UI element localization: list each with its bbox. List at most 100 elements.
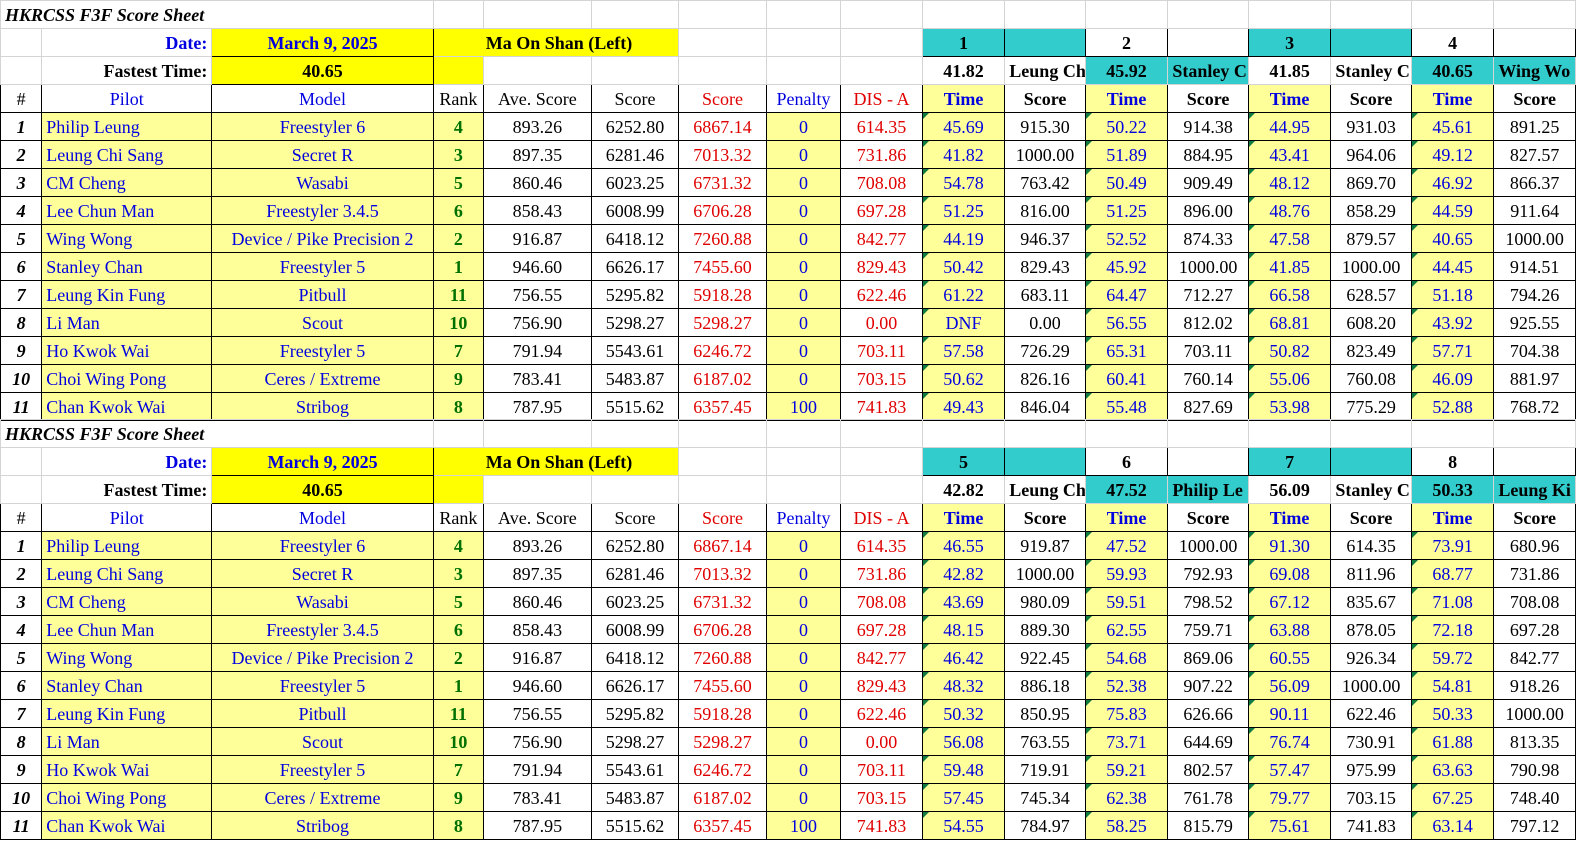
pilot-number[interactable]: 11 [0, 392, 43, 421]
round-score[interactable]: 792.93 [1167, 559, 1249, 588]
round-score[interactable]: 975.99 [1330, 755, 1412, 784]
round-time[interactable]: 53.98 [1247, 392, 1332, 421]
round-cell[interactable] [1330, 447, 1412, 476]
round-time[interactable]: 72.18 [1410, 615, 1495, 644]
round-score[interactable]: 846.04 [1004, 392, 1086, 421]
round-time[interactable]: 43.41 [1247, 140, 1332, 169]
round-score[interactable]: 794.26 [1493, 280, 1576, 309]
round-time[interactable]: 62.38 [1084, 783, 1169, 812]
round-best-time[interactable]: 47.52 [1084, 475, 1169, 504]
pilot-score[interactable]: 5515.62 [590, 811, 680, 840]
pilot-rank[interactable]: 4 [432, 112, 485, 141]
col-header-round-score[interactable]: Score [1330, 503, 1412, 532]
round-time[interactable]: 57.47 [1247, 755, 1332, 784]
pilot-penalty[interactable]: 0 [765, 112, 842, 141]
round-score[interactable]: 812.02 [1167, 308, 1249, 337]
col-header-time[interactable]: Time [1410, 503, 1495, 532]
pilot-name[interactable]: Stanley Chan [41, 671, 213, 700]
round-time[interactable]: 43.69 [921, 587, 1006, 616]
pilot-model[interactable]: Freestyler 6 [211, 531, 434, 560]
round-time[interactable]: 71.08 [1410, 587, 1495, 616]
pilot-rank[interactable]: 9 [432, 364, 485, 393]
round-best-pilot[interactable]: Leung Ki [1493, 475, 1576, 504]
col-header-rank[interactable]: Rank [432, 503, 485, 532]
round-score[interactable]: 858.29 [1330, 196, 1412, 225]
round-time[interactable]: 45.69 [921, 112, 1006, 141]
col-header-round-score[interactable]: Score [1493, 84, 1576, 113]
pilot-score-total[interactable]: 6357.45 [678, 811, 767, 840]
pilot-model[interactable]: Wasabi [211, 587, 434, 616]
round-time[interactable]: 46.09 [1410, 364, 1495, 393]
round-time[interactable]: 68.77 [1410, 559, 1495, 588]
pilot-number[interactable]: 1 [0, 112, 43, 141]
round-time[interactable]: 49.12 [1410, 140, 1495, 169]
pilot-model[interactable]: Scout [211, 727, 434, 756]
pilot-rank[interactable]: 8 [432, 811, 485, 840]
round-best-time[interactable]: 40.65 [1410, 56, 1495, 85]
col-header-time[interactable]: Time [921, 503, 1006, 532]
pilot-score[interactable]: 6252.80 [590, 112, 680, 141]
round-score[interactable]: 1000.00 [1167, 531, 1249, 560]
pilot-penalty[interactable]: 0 [765, 531, 842, 560]
pilot-ave-score[interactable]: 893.26 [483, 112, 592, 141]
round-score[interactable]: 878.05 [1330, 615, 1412, 644]
round-score[interactable]: 896.00 [1167, 196, 1249, 225]
round-score[interactable]: 914.38 [1167, 112, 1249, 141]
col-header-time[interactable]: Time [1084, 84, 1169, 113]
pilot-discard[interactable]: 842.77 [840, 224, 923, 253]
round-score[interactable]: 760.14 [1167, 364, 1249, 393]
round-time[interactable]: 90.11 [1247, 699, 1332, 728]
round-score[interactable]: 768.72 [1493, 392, 1576, 421]
round-score[interactable]: 886.18 [1004, 671, 1086, 700]
round-time[interactable]: 48.12 [1247, 168, 1332, 197]
round-score[interactable]: 889.30 [1004, 615, 1086, 644]
pilot-discard[interactable]: 614.35 [840, 112, 923, 141]
round-score[interactable]: 1000.00 [1004, 140, 1086, 169]
pilot-score[interactable]: 5298.27 [590, 727, 680, 756]
round-time[interactable]: 44.95 [1247, 112, 1332, 141]
round-time[interactable]: 50.42 [921, 252, 1006, 281]
pilot-rank[interactable]: 4 [432, 531, 485, 560]
sheet-title[interactable]: HKRCSS F3F Score Sheet [0, 0, 434, 29]
pilot-name[interactable]: Lee Chun Man [41, 196, 213, 225]
pilot-score[interactable]: 5483.87 [590, 364, 680, 393]
pilot-penalty[interactable]: 0 [765, 336, 842, 365]
pilot-model[interactable]: Stribog [211, 392, 434, 421]
pilot-discard[interactable]: 741.83 [840, 392, 923, 421]
pilot-name[interactable]: Leung Chi Sang [41, 140, 213, 169]
round-number[interactable]: 5 [921, 447, 1006, 476]
pilot-name[interactable]: Li Man [41, 727, 213, 756]
pilot-ave-score[interactable]: 783.41 [483, 783, 592, 812]
round-score[interactable]: 869.06 [1167, 643, 1249, 672]
round-time[interactable]: 59.72 [1410, 643, 1495, 672]
pilot-score[interactable]: 6626.17 [590, 671, 680, 700]
col-header-model[interactable]: Model [211, 503, 434, 532]
round-number[interactable]: 1 [921, 28, 1006, 57]
round-time[interactable]: 69.08 [1247, 559, 1332, 588]
pilot-name[interactable]: Leung Kin Fung [41, 280, 213, 309]
pilot-model[interactable]: Device / Pike Precision 2 [211, 643, 434, 672]
pilot-score-total[interactable]: 6357.45 [678, 392, 767, 421]
round-score[interactable]: 790.98 [1493, 755, 1576, 784]
round-time[interactable]: 67.25 [1410, 783, 1495, 812]
pilot-model[interactable]: Freestyler 6 [211, 112, 434, 141]
round-time[interactable]: 60.55 [1247, 643, 1332, 672]
pilot-number[interactable]: 11 [0, 811, 43, 840]
pilot-rank[interactable]: 10 [432, 308, 485, 337]
round-time[interactable]: 48.32 [921, 671, 1006, 700]
round-cell[interactable] [1330, 28, 1412, 57]
round-time[interactable]: 57.71 [1410, 336, 1495, 365]
pilot-discard[interactable]: 842.77 [840, 643, 923, 672]
round-score[interactable]: 826.16 [1004, 364, 1086, 393]
round-best-pilot[interactable]: Philip Le [1167, 475, 1249, 504]
round-score[interactable]: 784.97 [1004, 811, 1086, 840]
pilot-number[interactable]: 2 [0, 559, 43, 588]
round-time[interactable]: 59.48 [921, 755, 1006, 784]
col-header-ave-score[interactable]: Ave. Score [483, 503, 592, 532]
round-score[interactable]: 0.00 [1004, 308, 1086, 337]
pilot-discard[interactable]: 708.08 [840, 168, 923, 197]
round-score[interactable]: 614.35 [1330, 531, 1412, 560]
pilot-score-total[interactable]: 7455.60 [678, 671, 767, 700]
pilot-penalty[interactable]: 0 [765, 252, 842, 281]
round-score[interactable]: 628.57 [1330, 280, 1412, 309]
